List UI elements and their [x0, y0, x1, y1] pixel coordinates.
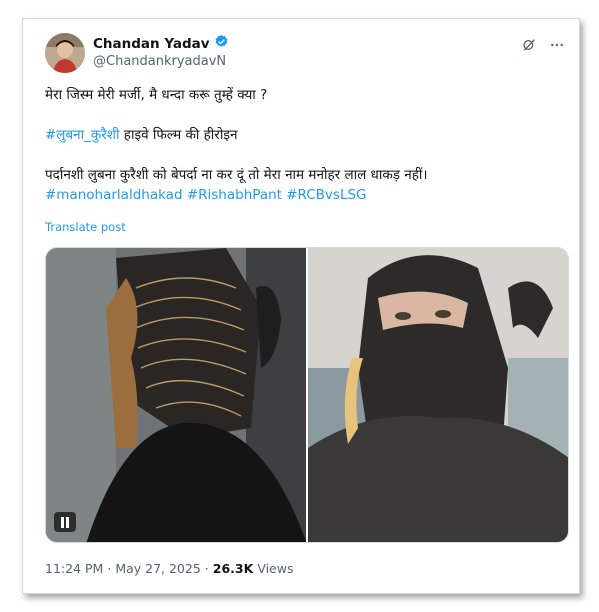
author-handle[interactable]: @ChandankryadavN	[93, 54, 226, 69]
hashtag-link[interactable]: #लुबना_कुरैशी	[45, 127, 119, 143]
meta-separator: ·	[107, 561, 112, 576]
meta-separator: ·	[204, 561, 209, 576]
tweet-header: Chandan Yadav @ChandankryadavN	[45, 33, 565, 77]
views-count: 26.3K	[212, 561, 254, 576]
video-thumbnail-right[interactable]	[308, 248, 568, 542]
verified-badge-icon	[214, 34, 229, 53]
views-label: Views	[257, 561, 294, 576]
author-name-row[interactable]: Chandan Yadav	[93, 34, 229, 53]
grok-icon[interactable]	[521, 37, 537, 53]
post-date[interactable]: May 27, 2025	[115, 561, 200, 576]
tweet-meta: 11:24 PM · May 27, 2025 · 26.3K Views	[45, 561, 294, 576]
tweet-text: मेरा जिस्म मेरी मर्जी, मै धन्दा करू तुम्…	[45, 85, 565, 205]
tweet-line-2-text: हाइवे फिल्म की हीरोइन	[119, 127, 238, 143]
pause-button[interactable]	[54, 512, 76, 532]
media-grid	[45, 247, 569, 543]
video-thumbnail-left[interactable]	[46, 248, 306, 542]
header-actions	[521, 37, 565, 53]
author-name[interactable]: Chandan Yadav	[93, 36, 210, 52]
tweet-line-1: मेरा जिस्म मेरी मर्जी, मै धन्दा करू तुम्…	[45, 87, 268, 103]
hashtag-link[interactable]: #RCBvsLSG	[286, 187, 366, 203]
hashtag-row: #manoharlaldhakad #RishabhPant #RCBvsLSG	[45, 185, 565, 205]
hashtag-link[interactable]: #manoharlaldhakad	[45, 187, 183, 203]
tweet-card: Chandan Yadav @ChandankryadavN मेरा जिस्…	[22, 18, 580, 594]
tweet-line-2: #लुबना_कुरैशी हाइवे फिल्म की हीरोइन	[45, 125, 565, 145]
hashtag-link[interactable]: #RishabhPant	[187, 187, 282, 203]
tweet-line-3: पर्दानशी लुबना कुरैशी को बेपर्दा ना कर द…	[45, 167, 428, 183]
more-icon[interactable]	[549, 37, 565, 53]
pause-icon	[61, 516, 69, 528]
post-time[interactable]: 11:24 PM	[45, 561, 103, 576]
translate-link[interactable]: Translate post	[45, 220, 126, 234]
avatar[interactable]	[45, 33, 85, 73]
